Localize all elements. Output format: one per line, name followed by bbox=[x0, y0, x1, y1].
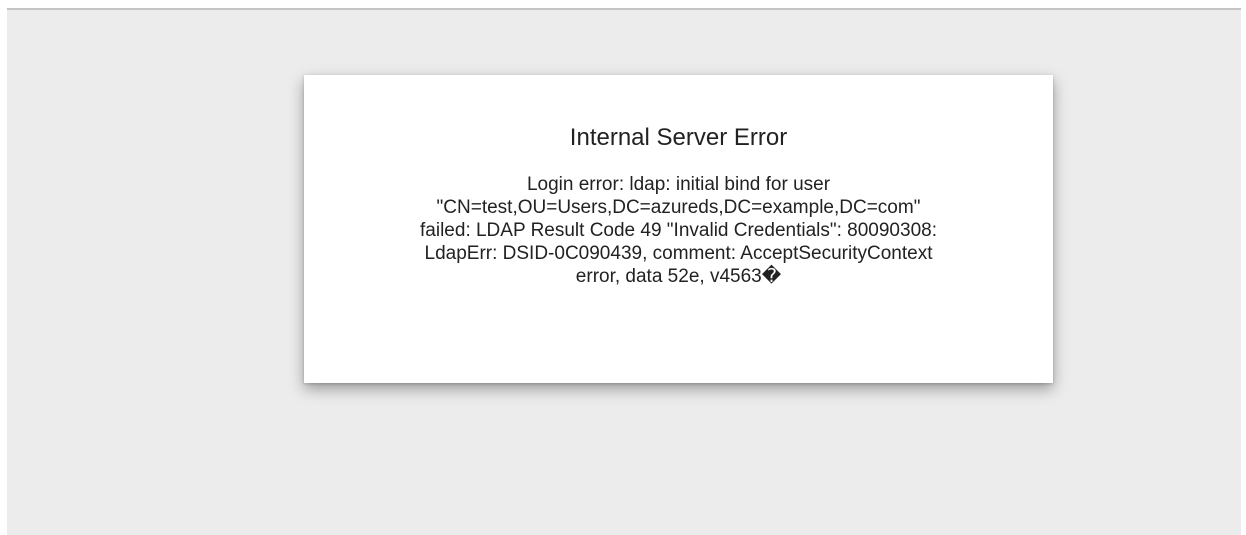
error-title: Internal Server Error bbox=[569, 124, 788, 151]
error-message-line: "CN=test,OU=Users,DC=azureds,DC=example,… bbox=[436, 197, 921, 218]
error-message-line: failed: LDAP Result Code 49 "Invalid Cre… bbox=[420, 220, 937, 241]
error-message-line: error, data 52e, v4563� bbox=[575, 266, 782, 287]
error-message-line: Login error: ldap: initial bind for user bbox=[526, 174, 831, 195]
error-dialog: Internal Server Error Login error: ldap:… bbox=[304, 75, 1053, 383]
error-message-line: LdapErr: DSID-0C090439, comment: AcceptS… bbox=[424, 243, 933, 264]
error-message: Login error: ldap: initial bind for user… bbox=[329, 173, 1029, 288]
